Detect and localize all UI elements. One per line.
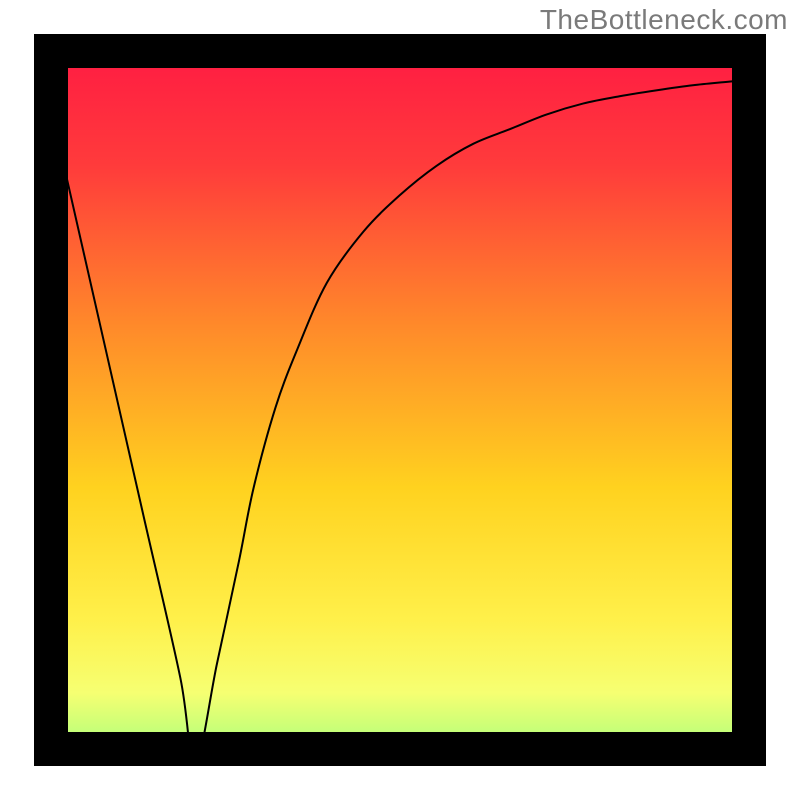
watermark-text: TheBottleneck.com — [540, 4, 788, 36]
chart-frame: TheBottleneck.com — [0, 0, 800, 800]
gradient-background — [34, 34, 766, 766]
bottleneck-chart — [34, 34, 766, 766]
